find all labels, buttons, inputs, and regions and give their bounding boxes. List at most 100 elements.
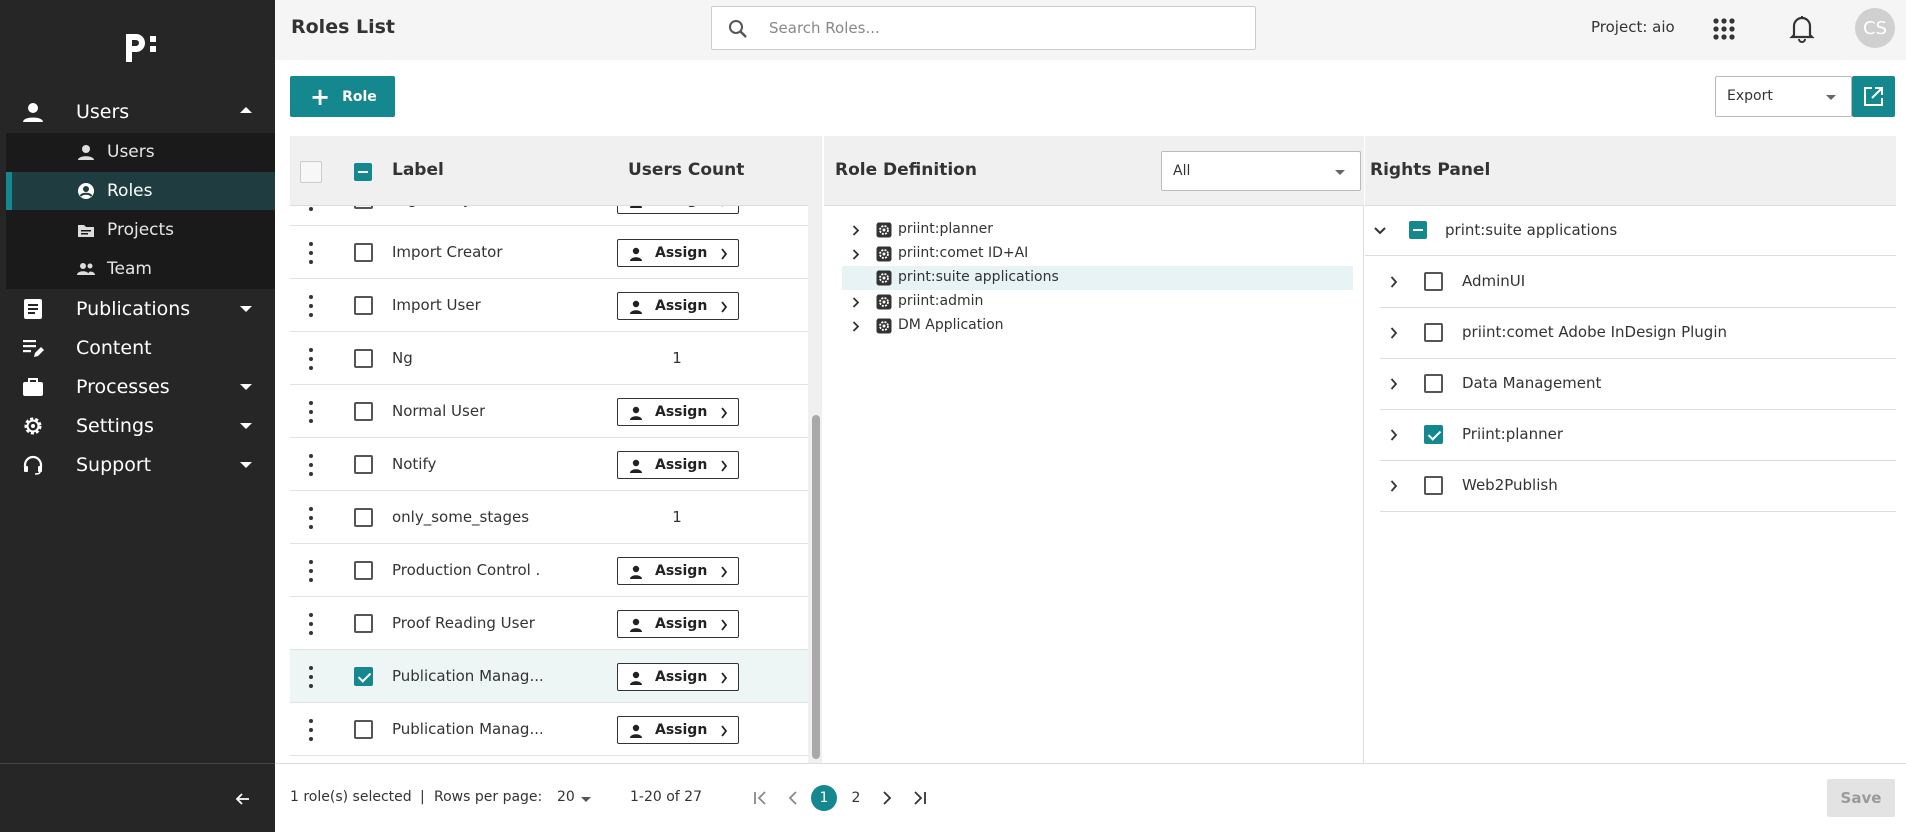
assign-button[interactable]: Assign bbox=[617, 557, 739, 585]
sidebar-item-users[interactable]: Users bbox=[6, 133, 275, 171]
assign-button[interactable]: Assign bbox=[617, 398, 739, 426]
chevron-down-icon[interactable] bbox=[1374, 227, 1386, 235]
table-row[interactable]: Publication Manag... Assign bbox=[290, 703, 808, 756]
row-checkbox[interactable] bbox=[354, 455, 373, 474]
row-checkbox[interactable] bbox=[354, 296, 373, 315]
chevron-right-icon[interactable] bbox=[1390, 429, 1398, 441]
sidebar-item-projects[interactable]: Projects bbox=[6, 211, 275, 249]
more-vert-icon[interactable] bbox=[308, 719, 314, 741]
table-row[interactable]: Import User Assign bbox=[290, 279, 808, 332]
chevron-right-icon[interactable] bbox=[852, 297, 860, 308]
chevron-right-icon[interactable] bbox=[852, 321, 860, 332]
export-open-button[interactable] bbox=[1852, 76, 1895, 117]
assign-button[interactable]: Assign bbox=[617, 451, 739, 479]
rows-per-page-dropdown-icon[interactable] bbox=[581, 797, 591, 802]
more-vert-icon[interactable] bbox=[308, 295, 314, 317]
page-2-button[interactable]: 2 bbox=[843, 785, 869, 811]
rights-root-checkbox[interactable] bbox=[1409, 221, 1427, 239]
last-page-icon[interactable] bbox=[909, 787, 931, 809]
rights-item[interactable]: AdminUI bbox=[1380, 257, 1896, 308]
more-vert-icon[interactable] bbox=[308, 666, 314, 688]
table-row[interactable]: Import Creator Assign bbox=[290, 226, 808, 279]
avatar[interactable]: CS bbox=[1855, 8, 1895, 48]
row-checkbox[interactable] bbox=[354, 614, 373, 633]
rights-item[interactable]: Priint:planner bbox=[1380, 410, 1896, 461]
chevron-right-icon[interactable] bbox=[1390, 327, 1398, 339]
roles-scrollbar-thumb[interactable] bbox=[812, 415, 820, 759]
rights-item-checkbox[interactable] bbox=[1424, 425, 1443, 444]
more-vert-icon[interactable] bbox=[308, 206, 314, 211]
rights-item-checkbox[interactable] bbox=[1424, 323, 1443, 342]
row-checkbox[interactable] bbox=[354, 561, 373, 580]
search-box[interactable] bbox=[711, 6, 1256, 50]
search-input[interactable] bbox=[769, 15, 1239, 41]
table-row[interactable]: Digital Layout Wrok... Assign bbox=[290, 206, 808, 226]
first-page-icon[interactable] bbox=[749, 787, 771, 809]
chevron-right-icon[interactable] bbox=[852, 249, 860, 260]
nav-settings[interactable]: Settings bbox=[0, 407, 275, 445]
table-row[interactable]: Proof Reading User Assign bbox=[290, 597, 808, 650]
assign-button[interactable]: Assign bbox=[617, 292, 739, 320]
more-vert-icon[interactable] bbox=[308, 401, 314, 423]
assign-button[interactable]: Assign bbox=[617, 206, 739, 214]
row-checkbox[interactable] bbox=[354, 667, 373, 686]
row-checkbox[interactable] bbox=[354, 243, 373, 262]
export-select[interactable]: Export bbox=[1715, 76, 1852, 117]
assign-button[interactable]: Assign bbox=[617, 610, 739, 638]
tree-node[interactable]: print:suite applications bbox=[842, 266, 1353, 290]
save-button[interactable]: Save bbox=[1827, 779, 1895, 817]
assign-button[interactable]: Assign bbox=[617, 239, 739, 267]
table-row[interactable]: Publication Manag... Assign bbox=[290, 650, 808, 703]
more-vert-icon[interactable] bbox=[308, 613, 314, 635]
table-row[interactable]: Ng 1 bbox=[290, 332, 808, 385]
page-1-button[interactable]: 1 bbox=[811, 785, 837, 811]
more-vert-icon[interactable] bbox=[308, 348, 314, 370]
rights-item[interactable]: Web2Publish bbox=[1380, 461, 1896, 512]
add-role-button[interactable]: + Role bbox=[290, 76, 395, 117]
row-checkbox[interactable] bbox=[354, 349, 373, 368]
nav-content[interactable]: Content bbox=[0, 329, 275, 367]
project-indicator[interactable]: Project: aio bbox=[1591, 18, 1675, 36]
rights-item-checkbox[interactable] bbox=[1424, 272, 1443, 291]
table-row[interactable]: Normal User Assign bbox=[290, 385, 808, 438]
rights-item[interactable]: priint:comet Adobe InDesign Plugin bbox=[1380, 308, 1896, 359]
previous-page-icon[interactable] bbox=[782, 787, 804, 809]
next-page-icon[interactable] bbox=[876, 787, 898, 809]
rights-item-checkbox[interactable] bbox=[1424, 374, 1443, 393]
table-row[interactable]: Production Control ... Assign bbox=[290, 544, 808, 597]
more-vert-icon[interactable] bbox=[308, 507, 314, 529]
sidebar-item-team[interactable]: Team bbox=[6, 250, 275, 288]
chevron-right-icon[interactable] bbox=[1390, 480, 1398, 492]
bell-icon[interactable] bbox=[1789, 15, 1815, 43]
apps-grid-icon[interactable] bbox=[1712, 17, 1736, 41]
row-checkbox[interactable] bbox=[354, 720, 373, 739]
rights-root-node[interactable]: print:suite applications bbox=[1365, 206, 1896, 256]
column-header-label[interactable]: Label bbox=[392, 160, 444, 180]
tree-node[interactable]: DM Application bbox=[842, 314, 1353, 338]
column-header-users-count[interactable]: Users Count bbox=[628, 160, 744, 180]
more-vert-icon[interactable] bbox=[308, 242, 314, 264]
chevron-right-icon[interactable] bbox=[852, 225, 860, 236]
tree-node[interactable]: priint:planner bbox=[842, 218, 1353, 242]
rights-item[interactable]: Data Management bbox=[1380, 359, 1896, 410]
row-checkbox[interactable] bbox=[354, 402, 373, 421]
sidebar-item-roles[interactable]: Roles bbox=[6, 172, 275, 210]
more-vert-icon[interactable] bbox=[308, 454, 314, 476]
nav-support[interactable]: Support bbox=[0, 446, 275, 484]
row-checkbox[interactable] bbox=[354, 508, 373, 527]
more-vert-icon[interactable] bbox=[308, 560, 314, 582]
row-checkbox[interactable] bbox=[354, 206, 373, 209]
chevron-right-icon[interactable] bbox=[1390, 378, 1398, 390]
tree-node[interactable]: priint:admin bbox=[842, 290, 1353, 314]
collapse-sidebar-arrow-icon[interactable] bbox=[232, 788, 254, 810]
select-all-checkbox[interactable] bbox=[354, 163, 372, 181]
tree-node[interactable]: priint:comet ID+AI bbox=[842, 242, 1353, 266]
role-definition-filter-select[interactable]: All bbox=[1161, 151, 1361, 191]
table-row[interactable]: only_some_stages 1 bbox=[290, 491, 808, 544]
rows-per-page-select[interactable]: 20 bbox=[557, 789, 575, 805]
column-settings-icon[interactable] bbox=[300, 161, 322, 183]
nav-users[interactable]: Users bbox=[0, 93, 275, 131]
nav-processes[interactable]: Processes bbox=[0, 368, 275, 406]
table-row[interactable]: Notify Assign bbox=[290, 438, 808, 491]
assign-button[interactable]: Assign bbox=[617, 663, 739, 691]
